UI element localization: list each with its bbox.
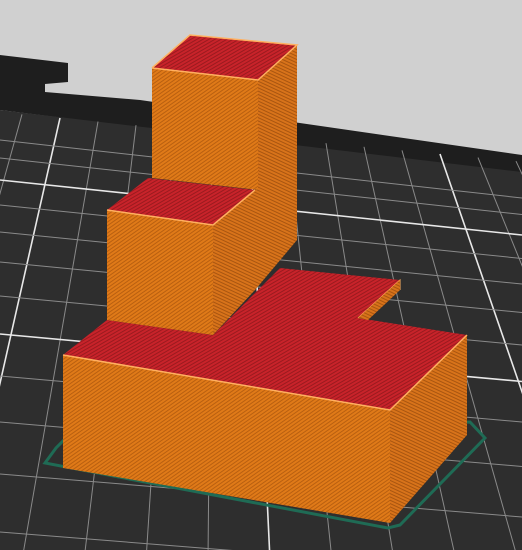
preview-3d-viewport[interactable] <box>0 0 522 550</box>
model-middle-block[interactable] <box>106 178 256 335</box>
middle-front-face <box>107 210 213 335</box>
column-front-face <box>152 68 258 190</box>
scene-canvas[interactable] <box>0 0 522 550</box>
